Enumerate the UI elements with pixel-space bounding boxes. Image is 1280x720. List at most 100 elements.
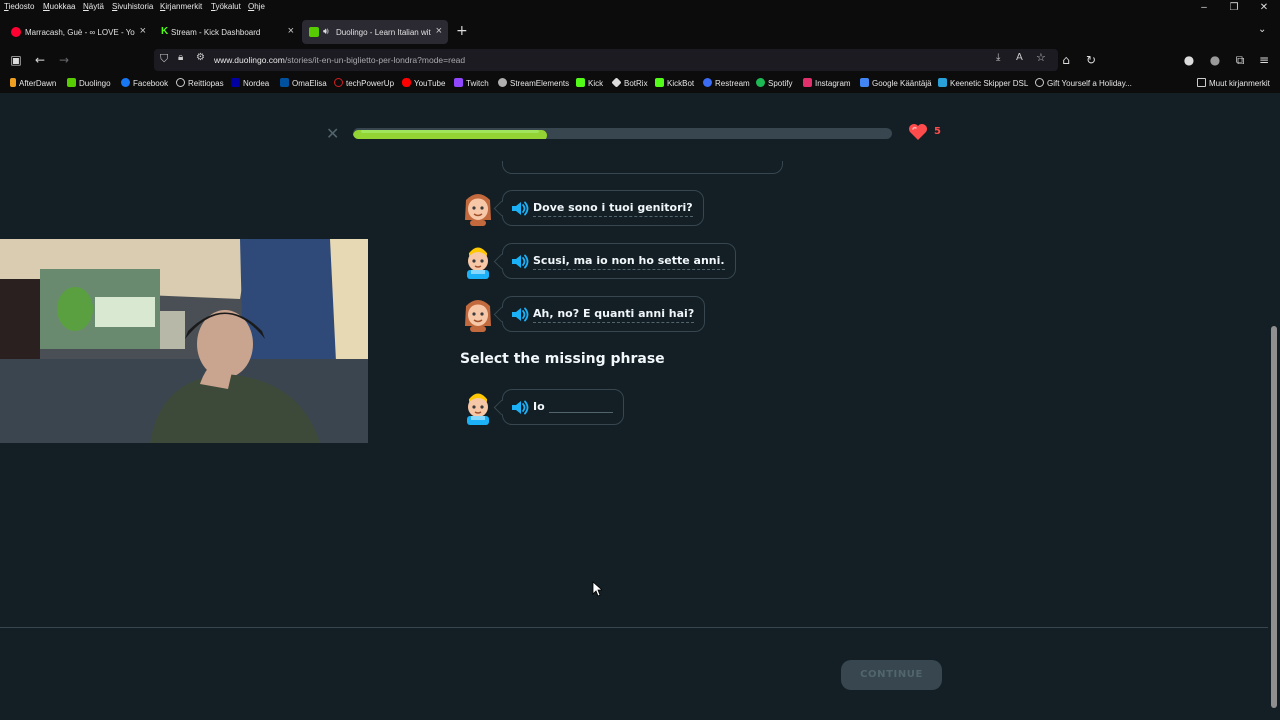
female-character-avatar	[465, 300, 491, 332]
bookmark-reittiopas[interactable]: Reittiopas	[176, 78, 224, 88]
new-tab-icon[interactable]: +	[456, 23, 468, 39]
menu-bookmarks[interactable]: Kirjanmerkit	[160, 2, 202, 11]
keenetic-icon	[938, 78, 947, 87]
answer-text: Io	[533, 400, 545, 413]
navigation-bar: ▣ ← → ⛉ 🔒︎ ⚙︎ www.duolingo.com/stories/i…	[0, 48, 1280, 72]
bookmark-label: Keenetic Skipper DSL	[950, 79, 1029, 88]
bookmark-keenetic[interactable]: Keenetic Skipper DSL	[938, 78, 1028, 88]
tab-bar: Marracash, Guè - ∞ LOVE - You × K Stream…	[0, 20, 1280, 44]
speech-bubble[interactable]: Dove sono i tuoi genitori?	[502, 190, 704, 226]
back-icon[interactable]: ←	[32, 52, 48, 68]
tab-list-chevron-icon[interactable]: ⌄	[1258, 24, 1266, 35]
extensions-puzzle-icon[interactable]: ⧉	[1232, 52, 1248, 68]
speaker-icon[interactable]	[511, 400, 529, 415]
line-text[interactable]: Scusi, ma io non ho sette anni.	[533, 254, 725, 270]
save-page-icon[interactable]: ⤓	[996, 52, 1000, 63]
forward-icon[interactable]: →	[56, 52, 72, 68]
bookmark-star-icon[interactable]: ☆	[1036, 51, 1046, 64]
scrollbar-thumb[interactable]	[1271, 326, 1277, 708]
duolingo-icon	[67, 78, 76, 87]
bookmark-label: techPowerUp	[346, 79, 395, 88]
bookmark-facebook[interactable]: Facebook	[121, 78, 168, 88]
home-icon[interactable]: ⌂	[1058, 52, 1074, 68]
menu-tools[interactable]: Työkalut	[211, 2, 241, 11]
speaker-icon[interactable]	[511, 307, 529, 322]
bookmark-botrix[interactable]: BotRix	[611, 77, 648, 88]
bookmark-nordea[interactable]: Nordea	[231, 78, 269, 88]
menu-file[interactable]: Tiedosto	[4, 2, 34, 11]
youtube-icon	[402, 78, 411, 87]
bookmark-kickbot[interactable]: KickBot	[655, 78, 694, 88]
speaker-icon[interactable]	[511, 201, 529, 216]
mouse-cursor-icon	[592, 581, 602, 597]
url-host: www.duolingo.com	[214, 55, 285, 65]
bookmark-afterdawn[interactable]: AfterDawn	[10, 78, 56, 88]
account-icon[interactable]: ●	[1207, 52, 1223, 68]
menu-view[interactable]: Näytä	[83, 2, 104, 11]
reload-icon[interactable]: ↻	[1083, 52, 1099, 68]
duolingo-story-page: ✕ 5 Dove sono i tuoi genitori? Scusi, ma…	[0, 93, 1280, 720]
lock-icon[interactable]: 🔒︎	[178, 52, 183, 63]
bookmark-streamelements[interactable]: StreamElements	[498, 78, 569, 88]
other-bookmarks[interactable]: Muut kirjanmerkit	[1197, 78, 1270, 88]
close-lesson-icon[interactable]: ✕	[326, 124, 339, 143]
speaker-icon[interactable]	[511, 254, 529, 269]
close-tab-icon[interactable]: ×	[288, 25, 294, 37]
bookmark-techpowerup[interactable]: techPowerUp	[334, 78, 394, 88]
restore-icon[interactable]: ❐	[1227, 1, 1241, 14]
bookmark-omaelisa[interactable]: OmaElisa	[280, 78, 327, 88]
bookmark-kick[interactable]: Kick	[576, 78, 603, 88]
bookmark-label: Reittiopas	[188, 79, 224, 88]
tab-title: Stream - Kick Dashboard	[171, 28, 261, 37]
answer-bubble[interactable]: Io	[502, 389, 624, 425]
kick-icon	[576, 78, 585, 87]
menu-history[interactable]: Sivuhistoria	[112, 2, 153, 11]
globe-icon	[1035, 78, 1044, 87]
menu-help[interactable]: Ohje	[248, 2, 265, 11]
tab-duolingo[interactable]: 🔊︎ Duolingo - Learn Italian wit ×	[302, 20, 448, 44]
bookmark-google-translate[interactable]: Google Kääntäjä	[860, 78, 932, 88]
globe-icon	[176, 78, 185, 87]
bookmark-label: Restream	[715, 79, 750, 88]
bookmark-instagram[interactable]: Instagram	[803, 78, 851, 88]
extension-icon[interactable]: ●	[1181, 52, 1197, 68]
bookmark-label: Spotify	[768, 79, 793, 88]
hearts-count: 5	[934, 126, 941, 137]
speech-bubble[interactable]: Scusi, ma io non ho sette anni.	[502, 243, 736, 279]
twitch-icon	[454, 78, 463, 87]
tab-youtube[interactable]: Marracash, Guè - ∞ LOVE - You ×	[4, 20, 152, 44]
close-window-icon[interactable]: ✕	[1257, 1, 1271, 14]
lesson-progress-fill	[353, 130, 548, 139]
bookmark-spotify[interactable]: Spotify	[756, 78, 792, 88]
tab-kick[interactable]: K Stream - Kick Dashboard ×	[154, 20, 300, 44]
folder-icon	[1197, 78, 1206, 87]
footer-divider	[0, 627, 1268, 628]
audio-playing-icon[interactable]: 🔊︎	[323, 26, 329, 37]
instagram-icon	[803, 78, 812, 87]
line-text[interactable]: Dove sono i tuoi genitori?	[533, 201, 693, 217]
bookmark-youtube[interactable]: YouTube	[402, 78, 445, 88]
translate-icon[interactable]: A	[1016, 52, 1023, 63]
tab-title: Duolingo - Learn Italian wit	[336, 28, 431, 37]
continue-button[interactable]: CONTINUE	[841, 660, 942, 690]
address-bar[interactable]: ⛉ 🔒︎ ⚙︎ www.duolingo.com/stories/it-en-u…	[154, 49, 1058, 71]
shield-icon[interactable]: ⛉	[160, 52, 168, 66]
app-menu-icon[interactable]: ≡	[1256, 52, 1272, 68]
bookmark-duolingo[interactable]: Duolingo	[67, 78, 111, 88]
minimize-icon[interactable]: –	[1197, 1, 1211, 14]
kickbot-icon	[655, 78, 664, 87]
restream-icon	[703, 78, 712, 87]
sidebar-icon[interactable]: ▣	[8, 52, 24, 68]
male-character-avatar	[467, 247, 489, 279]
speech-bubble[interactable]: Ah, no? E quanti anni hai?	[502, 296, 706, 332]
page-scrollbar[interactable]	[1268, 93, 1280, 720]
line-text[interactable]: Ah, no? E quanti anni hai?	[533, 307, 695, 323]
bookmark-restream[interactable]: Restream	[703, 78, 750, 88]
bookmark-label: Facebook	[133, 79, 169, 88]
bookmark-gift-holiday[interactable]: Gift Yourself a Holiday...	[1035, 78, 1132, 88]
menu-edit[interactable]: Muokkaa	[43, 2, 75, 11]
bookmark-twitch[interactable]: Twitch	[454, 78, 489, 88]
close-tab-icon[interactable]: ×	[140, 25, 146, 37]
permissions-icon[interactable]: ⚙︎	[196, 52, 205, 63]
close-tab-icon[interactable]: ×	[436, 25, 442, 37]
